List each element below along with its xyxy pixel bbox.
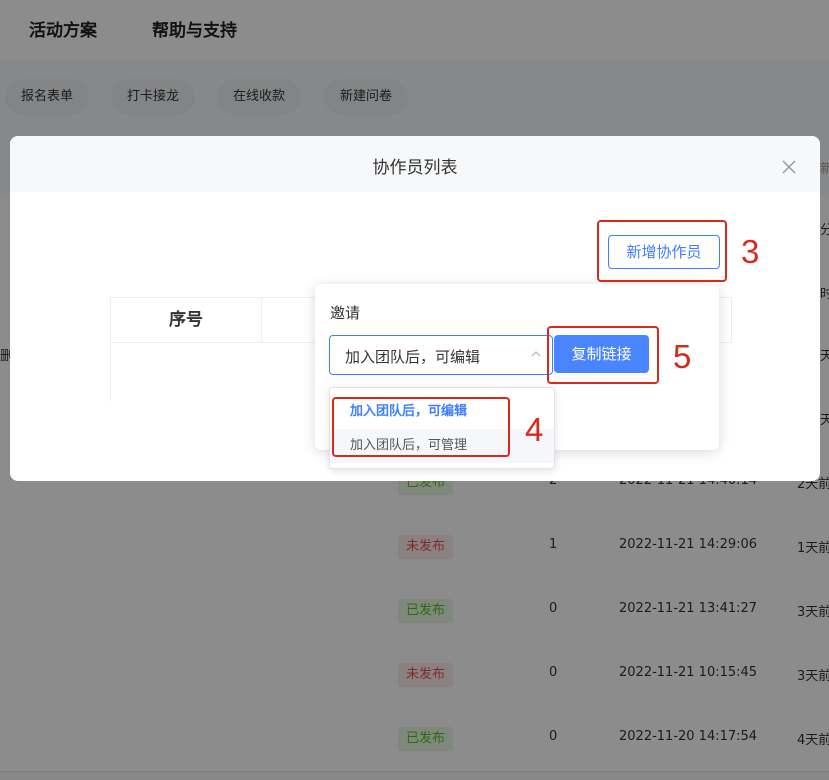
annotation-number-4: 4 — [525, 411, 544, 448]
annotation-number-3: 3 — [741, 233, 760, 270]
close-icon[interactable] — [779, 157, 799, 177]
permission-select-value: 加入团队后，可编辑 — [345, 348, 481, 366]
permission-select[interactable]: 加入团队后，可编辑 — [329, 335, 553, 375]
annotation-number-5: 5 — [673, 338, 692, 375]
highlight-box-options — [332, 397, 510, 457]
table-header-seq: 序号 — [111, 298, 262, 342]
highlight-box-add — [597, 220, 727, 282]
modal-title: 协作员列表 — [372, 158, 458, 178]
invite-title: 邀请 — [330, 304, 361, 322]
modal-header: 协作员列表 — [10, 136, 820, 192]
header-fragment: 新时 — [820, 162, 829, 177]
highlight-box-copy — [547, 326, 659, 384]
chevron-up-icon — [531, 351, 541, 357]
table-body-border — [110, 341, 111, 401]
